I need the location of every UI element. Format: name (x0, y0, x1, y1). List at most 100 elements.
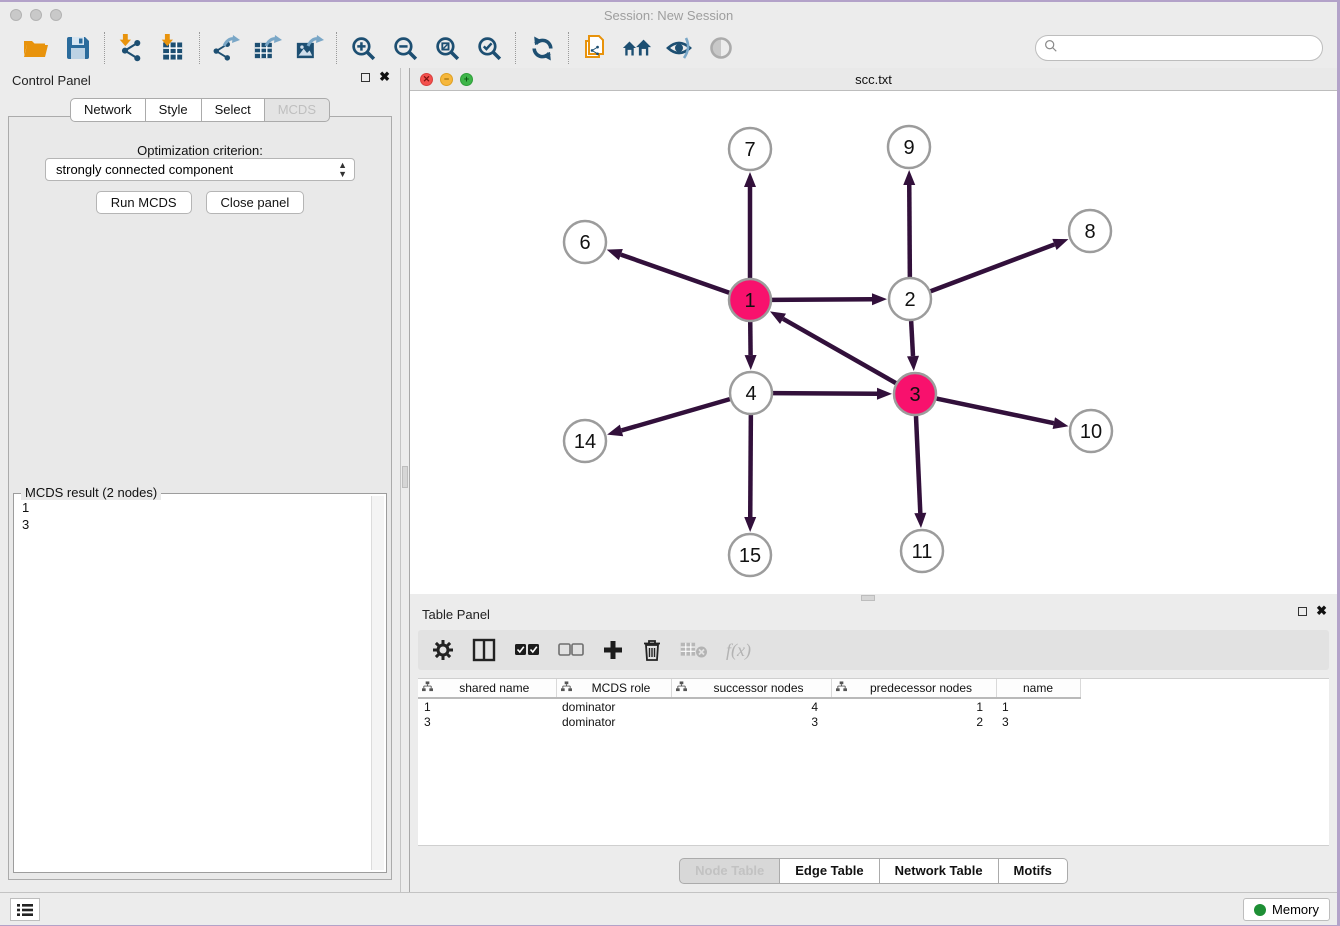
edge-2-9[interactable] (909, 185, 910, 277)
zoom-out-icon[interactable] (390, 33, 420, 63)
network-graph[interactable]: 7968124314101511 (410, 91, 1337, 594)
column-header-successor-nodes[interactable]: successor nodes (671, 679, 831, 698)
tab-network-table[interactable]: Network Table (880, 858, 999, 884)
edge-4-3[interactable] (773, 393, 877, 394)
delete-table-icon (680, 641, 708, 659)
mcds-result-text[interactable]: 1 3 (16, 496, 370, 870)
open-folder-icon[interactable] (21, 33, 51, 63)
table-cell[interactable]: dominator (556, 698, 671, 714)
tab-motifs[interactable]: Motifs (999, 858, 1068, 884)
application-window: Session: New Session Control Panel ✖ Net… (0, 2, 1337, 925)
column-header-predecessor-nodes[interactable]: predecessor nodes (831, 679, 996, 698)
column-layout-icon[interactable] (472, 638, 496, 662)
zoom-in-icon[interactable] (348, 33, 378, 63)
table-cell[interactable]: 3 (671, 714, 831, 730)
close-panel-button[interactable]: Close panel (206, 191, 305, 214)
table-cell[interactable]: 1 (996, 698, 1080, 714)
tree-icon (676, 681, 691, 695)
add-column-icon[interactable] (602, 639, 624, 661)
tab-mcds[interactable]: MCDS (265, 98, 330, 122)
table-panel: Table Panel ✖ f(x) shared nameMCDS roles… (410, 602, 1337, 892)
network-window-titlebar[interactable]: ✕ − + scc.txt (410, 68, 1337, 91)
import-table-icon[interactable] (158, 33, 188, 63)
select-all-icon[interactable] (514, 643, 540, 657)
edge-2-3[interactable] (911, 321, 913, 356)
column-header-MCDS-role[interactable]: MCDS role (556, 679, 671, 698)
mcds-result-group: MCDS result (2 nodes) 1 3 (13, 493, 387, 873)
main-toolbar (0, 28, 1337, 68)
edge-3-11[interactable] (916, 416, 920, 513)
tab-node-table[interactable]: Node Table (679, 858, 780, 884)
splitter-grip-icon[interactable] (402, 466, 408, 488)
refresh-layout-icon[interactable] (527, 33, 557, 63)
table-cell[interactable]: 4 (671, 698, 831, 714)
result-scrollbar[interactable] (371, 496, 384, 870)
gear-icon[interactable] (432, 639, 454, 661)
edge-arrowhead (744, 172, 756, 187)
tab-network[interactable]: Network (70, 98, 146, 122)
criterion-select[interactable]: strongly connected component ▲▼ (45, 158, 355, 181)
import-network-icon[interactable] (116, 33, 146, 63)
edge-3-10[interactable] (937, 399, 1054, 424)
memory-label: Memory (1272, 902, 1319, 917)
search-field[interactable] (1035, 35, 1323, 61)
tab-edge-table[interactable]: Edge Table (780, 858, 879, 884)
close-table-panel-icon[interactable]: ✖ (1316, 606, 1327, 616)
column-header-shared-name[interactable]: shared name (418, 679, 556, 698)
table-cell[interactable]: 2 (831, 714, 996, 730)
zoom-fit-icon[interactable] (432, 33, 462, 63)
table-toolbar: f(x) (418, 630, 1329, 670)
export-network-icon[interactable] (211, 33, 241, 63)
table-panel-title: Table Panel (422, 607, 490, 622)
edge-arrowhead (607, 249, 623, 260)
table-cell[interactable]: 1 (418, 698, 556, 714)
edge-arrowhead (914, 513, 926, 528)
criterion-select-value: strongly connected component (56, 162, 233, 177)
network-title: scc.txt (410, 72, 1337, 87)
export-image-icon[interactable] (295, 33, 325, 63)
close-panel-icon[interactable]: ✖ (379, 72, 390, 82)
save-icon[interactable] (63, 33, 93, 63)
mcds-tab-content: Optimization criterion: strongly connect… (8, 116, 392, 880)
table-row[interactable]: 3dominator323 (418, 714, 1080, 730)
eye-disabled-icon[interactable] (706, 33, 736, 63)
tab-select[interactable]: Select (202, 98, 265, 122)
column-header-name[interactable]: name (996, 679, 1080, 698)
table-cell[interactable]: 3 (996, 714, 1080, 730)
edge-4-14[interactable] (622, 399, 730, 430)
zoom-selected-icon[interactable] (474, 33, 504, 63)
splitter-grip-icon[interactable] (861, 595, 875, 601)
hide-graphics-details-icon[interactable] (664, 33, 694, 63)
edge-3-1[interactable] (783, 319, 896, 383)
table-cell[interactable]: dominator (556, 714, 671, 730)
edge-1-6[interactable] (621, 255, 729, 293)
optimization-criterion-label: Optimization criterion: (9, 143, 391, 158)
vertical-splitter[interactable] (400, 68, 410, 892)
float-panel-icon[interactable] (361, 73, 370, 82)
node-label-2: 2 (904, 289, 915, 311)
deselect-all-icon[interactable] (558, 643, 584, 657)
edge-1-2[interactable] (772, 299, 872, 300)
delete-column-icon[interactable] (642, 638, 662, 662)
edge-4-15[interactable] (750, 415, 751, 517)
task-history-button[interactable] (10, 898, 40, 921)
table-cell[interactable]: 1 (831, 698, 996, 714)
horizontal-splitter[interactable] (410, 594, 1337, 602)
clone-network-icon[interactable] (580, 33, 610, 63)
memory-button[interactable]: Memory (1243, 898, 1330, 921)
float-table-panel-icon[interactable] (1298, 607, 1307, 616)
tab-style[interactable]: Style (146, 98, 202, 122)
edge-2-8[interactable] (931, 244, 1055, 291)
control-panel: Control Panel ✖ NetworkStyleSelectMCDS O… (0, 68, 400, 892)
network-canvas[interactable]: 7968124314101511 (410, 91, 1337, 594)
edge-arrowhead (872, 293, 887, 305)
table-cell[interactable]: 3 (418, 714, 556, 730)
control-panel-tabs: NetworkStyleSelectMCDS (0, 98, 400, 122)
export-table-icon[interactable] (253, 33, 283, 63)
table-row[interactable]: 1dominator411 (418, 698, 1080, 714)
node-label-10: 10 (1080, 421, 1102, 443)
home-networks-icon[interactable] (622, 33, 652, 63)
run-mcds-button[interactable]: Run MCDS (96, 191, 192, 214)
node-table[interactable]: shared nameMCDS rolesuccessor nodesprede… (418, 678, 1329, 846)
search-input[interactable] (1063, 41, 1322, 56)
